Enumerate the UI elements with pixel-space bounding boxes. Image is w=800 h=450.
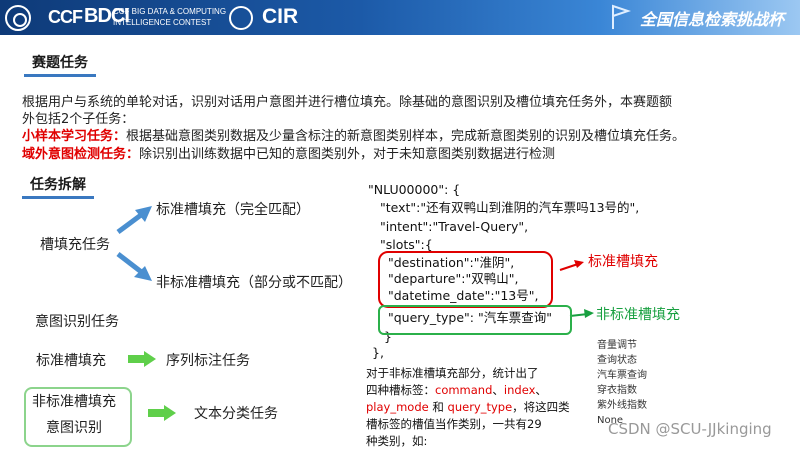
nonstandard-note: 对于非标准槽填充部分，统计出了 四种槽标签：command、index、 pla…: [366, 365, 581, 450]
map-sequence-labeling: 序列标注任务: [166, 353, 250, 369]
note-kw-query-type: query_type: [447, 400, 513, 414]
standard-slot-annotation: 标准槽填充: [588, 254, 658, 270]
list-item: 穿衣指数: [597, 385, 637, 396]
nonstandard-slot-highlight-box: [378, 305, 572, 335]
arrow-green-annotation-icon: [569, 309, 594, 318]
map-text-classification: 文本分类任务: [194, 406, 278, 422]
note-line5: 种类别，如:: [366, 434, 428, 448]
list-item: 汽车票查询: [597, 370, 647, 381]
note-line1: 对于非标准槽填充部分，统计出了: [366, 366, 539, 380]
note-line3b: ，将这四类: [512, 400, 570, 414]
csdn-watermark: CSDN @SCU-JJkinging: [608, 420, 772, 438]
note-line4: 槽标签的槽值当作类别，一共有29: [366, 417, 542, 431]
note-and: 和: [428, 400, 448, 414]
list-item: 紫外线指数: [597, 400, 647, 411]
note-line2a: 四种槽标签：: [366, 383, 435, 397]
arrow-to-nonstandard-icon: [116, 252, 152, 281]
map-nonstandard-slot: 非标准槽填充: [32, 394, 116, 410]
note-sep: 、: [492, 383, 504, 397]
arrow-to-standard-icon: [116, 206, 152, 235]
note-kw-index: index: [503, 383, 536, 397]
code-line-10: },: [372, 345, 384, 360]
arrow-seq-label-icon: [128, 351, 156, 367]
note-kw-play-mode: play_mode: [366, 400, 429, 414]
standard-slot-highlight-box: [378, 251, 553, 308]
map-standard-slot: 标准槽填充: [36, 353, 106, 369]
list-item: 音量调节: [597, 340, 637, 351]
map-intent-recognition: 意图识别: [46, 420, 102, 436]
arrow-text-cls-icon: [148, 405, 176, 421]
note-kw-command: command: [435, 383, 493, 397]
list-item: 查询状态: [597, 355, 637, 366]
note-sep: 、: [535, 383, 547, 397]
nonstandard-slot-annotation: 非标准槽填充: [596, 307, 680, 323]
arrow-red-annotation-icon: [559, 260, 584, 271]
